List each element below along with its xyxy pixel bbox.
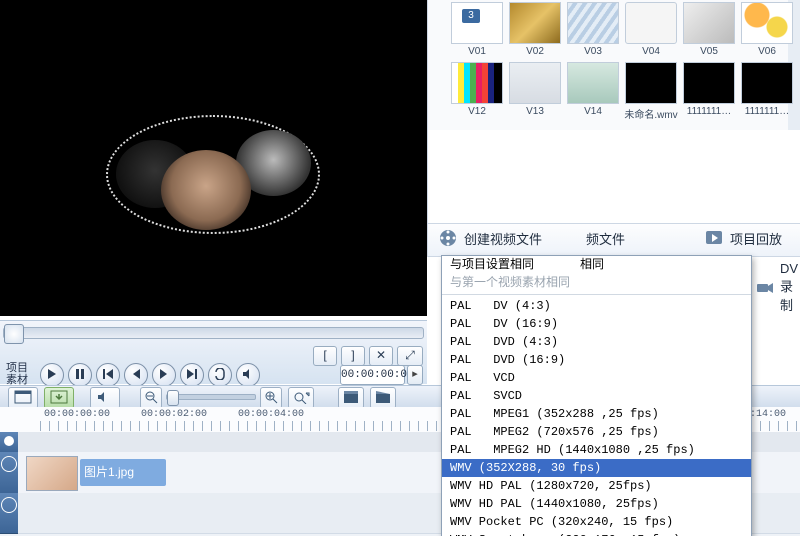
camcorder-icon (756, 279, 774, 297)
create-video-file-button[interactable]: 创建视频文件 频文件 (438, 228, 625, 248)
menu-item-selected[interactable]: WMV (352X288, 30 fps) (442, 459, 751, 477)
dv-record-button[interactable]: DV 录制 (756, 261, 800, 314)
playback-mode-labels[interactable]: 项目 素材 (6, 362, 28, 386)
audio-view-button[interactable] (90, 387, 120, 409)
preview-content (0, 0, 427, 316)
ruler-tick: 00:00:04:00 (238, 409, 304, 420)
library-item[interactable]: 未命名.wmv (624, 62, 678, 121)
play-button[interactable] (40, 363, 64, 387)
file-fragment-label: 频文件 (586, 229, 625, 248)
library-item[interactable]: V13 (508, 62, 562, 117)
preview-pane (0, 0, 427, 316)
play-circle-icon (704, 228, 724, 248)
fullscreen-button[interactable]: ⤢ (397, 346, 423, 366)
library-caption: 1111111… (740, 106, 794, 117)
library-item[interactable]: V02 (508, 2, 562, 57)
track-head-video[interactable] (0, 452, 18, 494)
library-item[interactable]: V03 (566, 2, 620, 57)
loop-button[interactable] (208, 363, 232, 387)
library-caption: V01 (450, 46, 504, 57)
ruler-tick: 00:00:02:00 (141, 409, 207, 420)
timecode-display[interactable]: 00:00:00:00 (340, 365, 405, 385)
menu-separator (442, 294, 751, 295)
library-item[interactable]: V05 (682, 2, 736, 57)
library-caption: 未命名.wmv (624, 106, 678, 121)
menu-item-fragment: 相同 (572, 256, 612, 274)
playback-scrubber[interactable] (3, 327, 424, 339)
clear-marks-button[interactable]: ✕ (369, 346, 393, 366)
timeline-view-button[interactable] (44, 387, 74, 409)
library-caption: V12 (450, 106, 504, 117)
library-item[interactable]: V01 (450, 2, 504, 57)
menu-item[interactable]: PAL SVCD (442, 387, 751, 405)
library-caption: V03 (566, 46, 620, 57)
library-item[interactable]: V14 (566, 62, 620, 117)
library-item[interactable]: 1111111… (740, 62, 794, 117)
media-library: V01 V02 V03 V04 V05 V06 V12 V13 V14 未命名.… (427, 0, 800, 130)
mode-project-label[interactable]: 项目 (6, 362, 28, 374)
timecode-step-button[interactable]: ▸ (407, 365, 423, 385)
library-caption: 1111111… (682, 106, 736, 117)
menu-item[interactable]: 与项目设置相同 (442, 256, 542, 274)
zoom-slider[interactable] (166, 394, 256, 400)
preview-hearts-graphic (106, 80, 316, 230)
step-back-button[interactable] (124, 363, 148, 387)
mark-out-button[interactable]: ] (341, 346, 365, 366)
zoom-out-button[interactable] (140, 387, 162, 409)
insert-clip-alt-button[interactable] (370, 387, 396, 409)
track-head-audio[interactable] (0, 493, 18, 534)
ruler-tick: 00:00:00:00 (44, 409, 110, 420)
menu-item[interactable]: PAL MPEG2 HD (1440x1080 ,25 fps) (442, 441, 751, 459)
library-item[interactable]: V06 (740, 2, 794, 57)
dv-record-label: DV 录制 (780, 261, 800, 314)
project-replay-button[interactable]: 项目回放 (704, 228, 782, 248)
menu-item[interactable]: WMV Smartphone (220x176, 15 fps) (442, 531, 751, 536)
menu-item[interactable]: PAL DV (4:3) (442, 297, 751, 315)
menu-item[interactable]: PAL DVD (4:3) (442, 333, 751, 351)
library-caption: V13 (508, 106, 562, 117)
go-end-button[interactable] (180, 363, 204, 387)
go-start-button[interactable] (96, 363, 120, 387)
menu-item[interactable]: PAL VCD (442, 369, 751, 387)
storyboard-view-button[interactable] (8, 387, 38, 409)
zoom-fit-button[interactable] (288, 387, 314, 409)
track-head-fx[interactable] (0, 432, 18, 453)
create-video-file-label: 创建视频文件 (464, 229, 542, 248)
menu-item[interactable]: WMV HD PAL (1440x1080, 25fps) (442, 495, 751, 513)
library-caption: V14 (566, 106, 620, 117)
menu-item[interactable]: PAL DV (16:9) (442, 315, 751, 333)
timeline-clip-thumbnail[interactable] (26, 456, 78, 491)
export-format-menu: 与项目设置相同 相同 与第一个视频素材相同 PAL DV (4:3) PAL DV… (441, 255, 752, 536)
menu-item-disabled: 与第一个视频素材相同 (442, 274, 751, 292)
menu-item[interactable]: WMV HD PAL (1280x720, 25fps) (442, 477, 751, 495)
menu-item[interactable]: WMV Pocket PC (320x240, 15 fps) (442, 513, 751, 531)
menu-item[interactable]: PAL DVD (16:9) (442, 351, 751, 369)
film-reel-icon (438, 228, 458, 248)
library-caption: V05 (682, 46, 736, 57)
project-replay-label: 项目回放 (730, 229, 782, 248)
library-caption: V04 (624, 46, 678, 57)
player-controls: [ ] ✕ ⤢ 项目 素材 00:00:00:00 ▸ (0, 320, 427, 384)
pause-button[interactable] (68, 363, 92, 387)
library-blank-area (427, 130, 800, 223)
insert-clip-button[interactable] (338, 387, 364, 409)
library-item[interactable]: V12 (450, 62, 504, 117)
library-caption: V02 (508, 46, 562, 57)
export-actions-bar: 创建视频文件 频文件 项目回放 (427, 223, 800, 257)
library-caption: V06 (740, 46, 794, 57)
mute-button[interactable] (236, 363, 260, 387)
mark-in-button[interactable]: [ (313, 346, 337, 366)
zoom-in-button[interactable] (260, 387, 282, 409)
menu-item[interactable]: PAL MPEG1 (352x288 ,25 fps) (442, 405, 751, 423)
menu-item[interactable]: PAL MPEG2 (720x576 ,25 fps) (442, 423, 751, 441)
timeline-clip-label[interactable]: 图片1.jpg (80, 459, 166, 486)
step-fwd-button[interactable] (152, 363, 176, 387)
library-item[interactable]: V04 (624, 2, 678, 57)
library-item[interactable]: 1111111… (682, 62, 736, 117)
